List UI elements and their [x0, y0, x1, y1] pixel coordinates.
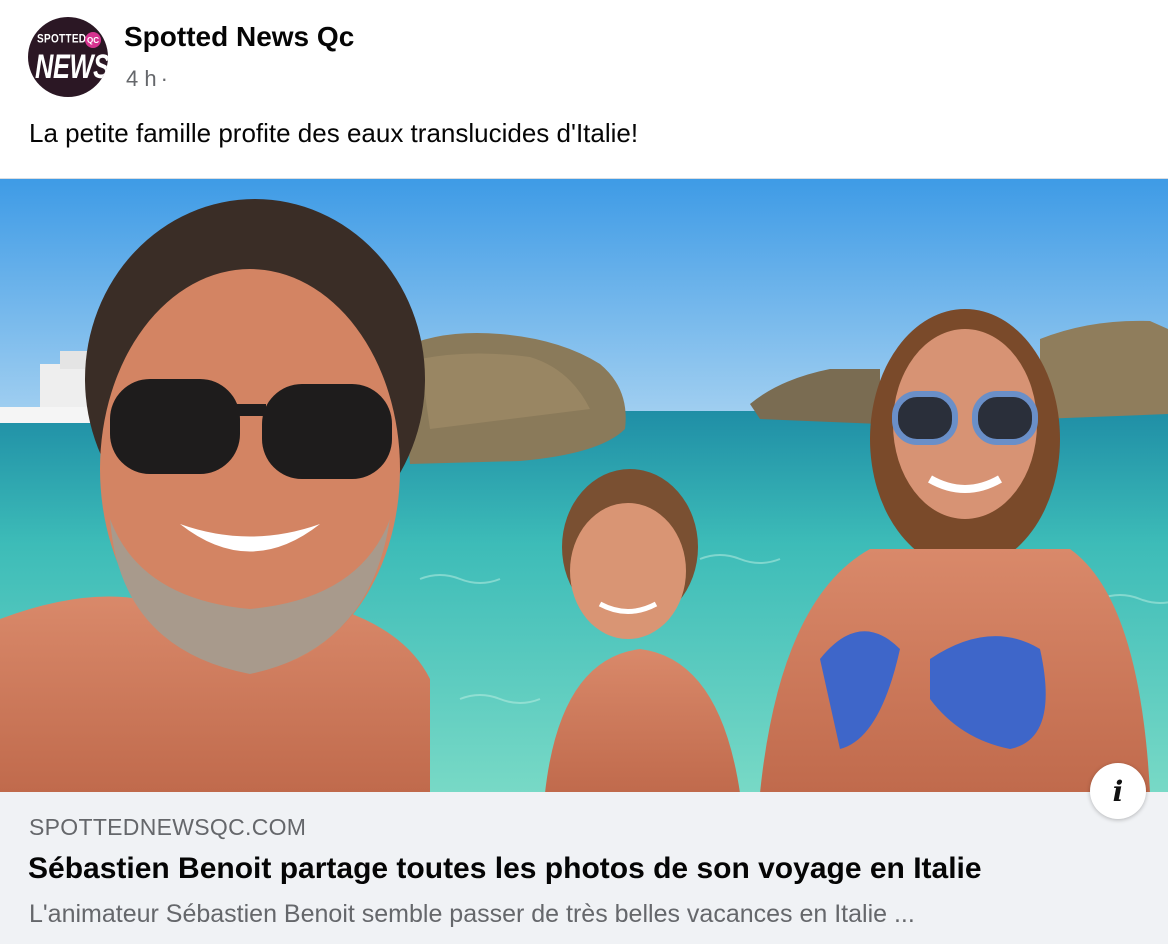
avatar-logo-badge: QC [85, 32, 101, 48]
photo-illustration [0, 179, 1168, 793]
avatar-logo-main: NEWS [35, 47, 108, 86]
link-preview[interactable]: SPOTTEDNEWSQC.COM Sébastien Benoit parta… [0, 792, 1168, 944]
info-icon: i [1112, 774, 1124, 808]
meta-separator: · [160, 66, 168, 91]
page-name-link[interactable]: Spotted News Qc [124, 21, 354, 53]
post-meta: 4 h · [126, 66, 168, 92]
avatar-logo-text: SPOTTED [37, 33, 87, 46]
info-button[interactable]: i [1090, 763, 1146, 819]
link-description: L'animateur Sébastien Benoit semble pass… [29, 900, 915, 928]
page-avatar[interactable]: SPOTTED QC NEWS [28, 17, 108, 97]
post-timestamp[interactable]: 4 h [126, 66, 157, 92]
facebook-post: SPOTTED QC NEWS Spotted News Qc 4 h · La… [0, 0, 1168, 944]
link-headline[interactable]: Sébastien Benoit partage toutes les phot… [28, 852, 982, 886]
link-domain: SPOTTEDNEWSQC.COM [29, 814, 307, 840]
post-photo[interactable] [0, 178, 1168, 793]
post-caption: La petite famille profite des eaux trans… [29, 118, 639, 148]
